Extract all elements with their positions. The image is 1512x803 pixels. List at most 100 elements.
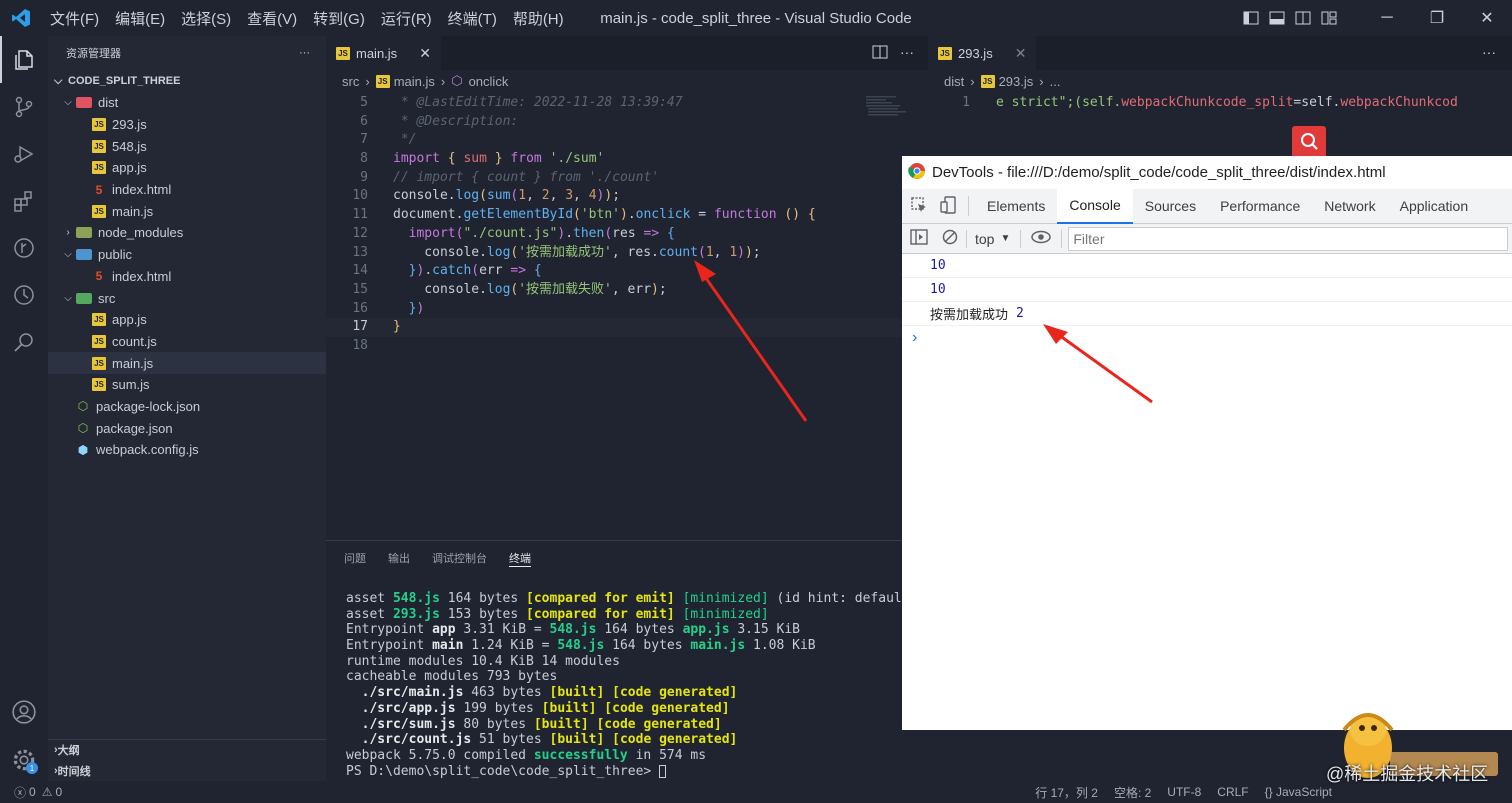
git-graph-icon[interactable] xyxy=(0,224,48,271)
restore-icon[interactable]: ❐ xyxy=(1412,0,1462,36)
tree-item-folder[interactable]: ⌵ src xyxy=(48,287,326,309)
manage-gear-icon[interactable]: 1 xyxy=(0,736,48,783)
minimize-icon[interactable]: ─ xyxy=(1362,0,1412,36)
toggle-secondary-sidebar-icon[interactable] xyxy=(1290,0,1316,36)
live-expression-eye-icon[interactable] xyxy=(1031,230,1052,247)
tree-item-js[interactable]: JS 548.js xyxy=(48,135,326,157)
editor-more-icon[interactable]: ··· xyxy=(1482,44,1496,60)
clear-console-icon[interactable] xyxy=(936,229,966,248)
tab-network[interactable]: Network xyxy=(1312,189,1387,224)
tree-item-js[interactable]: JS main.js xyxy=(48,200,326,222)
tab-293-js[interactable]: JS 293.js ✕ xyxy=(928,36,1037,70)
menu-go[interactable]: 转到(G) xyxy=(305,8,373,29)
more-actions-icon[interactable]: ··· xyxy=(299,47,310,59)
editor-more-icon[interactable]: ··· xyxy=(900,44,914,60)
account-icon[interactable] xyxy=(0,688,48,735)
timeline-history-icon[interactable] xyxy=(0,271,48,318)
indentation[interactable]: 空格: 2 xyxy=(1114,784,1151,801)
minimap[interactable] xyxy=(864,94,914,118)
menu-help[interactable]: 帮助(H) xyxy=(505,8,572,29)
tree-item-json[interactable]: ⬡ package-lock.json xyxy=(48,396,326,418)
inspect-element-icon[interactable] xyxy=(902,196,936,217)
source-control-icon[interactable] xyxy=(0,83,48,130)
close-tab-icon[interactable]: ✕ xyxy=(419,45,431,62)
code-area[interactable]: 5 * @LastEditTime: 2022-11-28 13:39:47 6… xyxy=(326,94,928,356)
breadcrumb-symbol[interactable]: onclick xyxy=(469,74,509,89)
line-number: 13 xyxy=(352,244,368,260)
tree-item-js[interactable]: JS count.js xyxy=(48,331,326,353)
js-file-icon: JS xyxy=(980,74,995,88)
tree-item-js[interactable]: JS main.js xyxy=(48,352,326,374)
tab-application[interactable]: Application xyxy=(1388,189,1481,224)
context-selector[interactable]: top ▼ xyxy=(975,231,1010,247)
breadcrumb-src[interactable]: src xyxy=(342,74,359,89)
chevron-right-icon: › xyxy=(66,227,70,239)
tree-item-folder[interactable]: ⌵ dist xyxy=(48,92,326,114)
menu-edit[interactable]: 编辑(E) xyxy=(107,8,173,29)
tree-item-label: package-lock.json xyxy=(96,398,201,414)
tab-debug-console[interactable]: 调试控制台 xyxy=(432,541,487,575)
tree-item-config[interactable]: ⬢ webpack.config.js xyxy=(48,439,326,461)
menu-view[interactable]: 查看(V) xyxy=(239,8,305,29)
run-debug-icon[interactable] xyxy=(0,130,48,177)
toggle-sidebar-icon[interactable] xyxy=(1238,0,1264,36)
tree-item-json[interactable]: ⬡ package.json xyxy=(48,417,326,439)
explorer-icon[interactable] xyxy=(0,36,48,83)
tab-elements[interactable]: Elements xyxy=(975,189,1057,224)
tab-terminal[interactable]: 终端 xyxy=(509,549,531,567)
breadcrumb-dist[interactable]: dist xyxy=(944,74,964,89)
outline-section[interactable]: › 大纲 xyxy=(48,739,326,760)
tree-item-html[interactable]: 5 index.html xyxy=(48,266,326,288)
tree-item-js[interactable]: JS sum.js xyxy=(48,374,326,396)
tree-item-js[interactable]: JS app.js xyxy=(48,157,326,179)
problems-indicator[interactable]: ⓧ 0 ⚠ 0 xyxy=(14,784,62,801)
toggle-panel-icon[interactable] xyxy=(1264,0,1290,36)
close-tab-icon[interactable]: ✕ xyxy=(1015,45,1027,62)
menu-file[interactable]: 文件(F) xyxy=(42,8,107,29)
menu-run[interactable]: 运行(R) xyxy=(373,8,440,29)
tree-item-folder[interactable]: ⌵ public xyxy=(48,244,326,266)
project-section[interactable]: ⌵ CODE_SPLIT_THREE xyxy=(48,70,326,92)
console-filter-input[interactable] xyxy=(1068,226,1509,251)
tree-item-folder[interactable]: › node_modules xyxy=(48,222,326,244)
tree-item-js[interactable]: JS 293.js xyxy=(48,114,326,136)
js-file-icon: JS xyxy=(92,204,106,218)
search-icon[interactable] xyxy=(0,318,48,365)
console-prompt[interactable]: › xyxy=(902,326,1512,350)
breadcrumb-more[interactable]: ... xyxy=(1050,74,1061,89)
tree-item-html[interactable]: 5 index.html xyxy=(48,179,326,201)
tab-main-js[interactable]: JS main.js ✕ xyxy=(326,36,441,70)
device-toolbar-icon[interactable] xyxy=(936,195,968,217)
extensions-icon[interactable] xyxy=(0,177,48,224)
tree-item-label: index.html xyxy=(112,268,172,284)
annotation-arrow xyxy=(1043,324,1153,404)
chevron-down-icon: ⌵ xyxy=(64,249,72,261)
warning-icon: ⚠ xyxy=(41,785,53,799)
close-window-icon[interactable]: ✕ xyxy=(1462,0,1512,36)
tab-output[interactable]: 输出 xyxy=(388,541,410,575)
menu-terminal[interactable]: 终端(T) xyxy=(440,8,505,29)
customize-layout-icon[interactable] xyxy=(1316,0,1342,36)
tab-console[interactable]: Console xyxy=(1057,188,1133,224)
tree-item-label: 548.js xyxy=(112,138,147,154)
cursor-position[interactable]: 行 17，列 2 xyxy=(1035,784,1098,801)
line-ending[interactable]: CRLF xyxy=(1217,785,1248,799)
js-file-icon: JS xyxy=(92,378,106,392)
minified-code-line[interactable]: e strict";(self.webpackChunkcode_split=s… xyxy=(970,94,1460,113)
show-sidebar-icon[interactable] xyxy=(902,229,936,248)
encoding[interactable]: UTF-8 xyxy=(1167,785,1201,799)
timeline-section[interactable]: › 时间线 xyxy=(48,760,326,781)
tab-problems[interactable]: 问题 xyxy=(344,541,366,575)
breadcrumb-file[interactable]: 293.js xyxy=(999,74,1034,89)
terminal-output[interactable]: asset 548.js 164 bytes [compared for emi… xyxy=(326,575,917,779)
language-mode[interactable]: {} JavaScript xyxy=(1265,785,1332,799)
tree-item-label: 293.js xyxy=(112,117,147,133)
split-editor-icon[interactable] xyxy=(872,45,888,64)
js-file-icon: JS xyxy=(938,47,952,60)
search-overlay-button[interactable] xyxy=(1292,126,1326,158)
menu-selection[interactable]: 选择(S) xyxy=(173,8,239,29)
tree-item-js[interactable]: JS app.js xyxy=(48,309,326,331)
tab-performance[interactable]: Performance xyxy=(1208,189,1312,224)
tab-sources[interactable]: Sources xyxy=(1133,189,1208,224)
breadcrumb-file[interactable]: main.js xyxy=(394,74,435,89)
